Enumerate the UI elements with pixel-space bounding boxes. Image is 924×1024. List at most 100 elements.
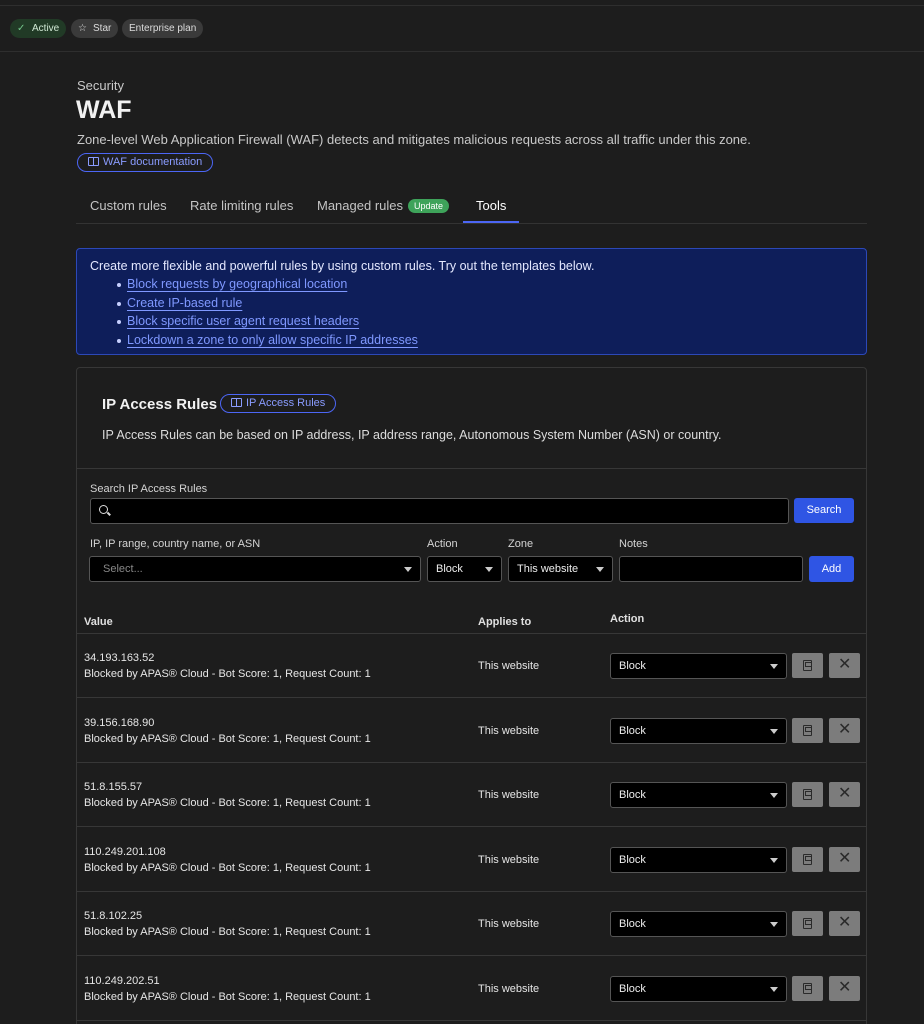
- close-icon: ✕: [838, 979, 852, 996]
- notes-input[interactable]: [619, 556, 803, 582]
- tab-bar: Custom rules Rate limiting rules Managed…: [76, 190, 867, 224]
- rule-ip: 51.8.102.25: [84, 910, 143, 922]
- rule-action-select[interactable]: Block: [610, 653, 787, 679]
- table-row: 51.8.155.57 Blocked by APAS® Cloud - Bot…: [77, 762, 866, 826]
- search-label: Search IP Access Rules: [90, 483, 208, 495]
- rule-action-value: Block: [619, 983, 646, 995]
- chevron-down-icon: [770, 793, 778, 798]
- chevron-down-icon: [770, 729, 778, 734]
- rule-action-value: Block: [619, 918, 646, 930]
- rule-action-value: Block: [619, 660, 646, 672]
- chevron-down-icon: [770, 858, 778, 863]
- chevron-down-icon: [404, 567, 412, 572]
- action-field-label: Action: [427, 538, 458, 550]
- template-link[interactable]: Block requests by geographical location: [117, 277, 418, 296]
- update-badge: Update: [408, 199, 450, 213]
- rule-note: Blocked by APAS® Cloud - Bot Score: 1, R…: [84, 862, 371, 874]
- delete-button[interactable]: ✕: [829, 718, 860, 743]
- rule-action-value: Block: [619, 854, 646, 866]
- tab-rate-limiting-rules[interactable]: Rate limiting rules: [190, 198, 293, 213]
- plan-badge: Enterprise plan: [122, 19, 204, 38]
- rule-action-select[interactable]: Block: [610, 718, 787, 744]
- search-button[interactable]: Search: [794, 498, 854, 523]
- delete-button[interactable]: ✕: [829, 782, 860, 807]
- card-header: IP Access Rules IP Access Rules IP Acces…: [77, 368, 866, 469]
- action-select[interactable]: Block: [427, 556, 502, 582]
- table-row: 110.249.202.51 Blocked by APAS® Cloud - …: [77, 956, 866, 1020]
- template-link[interactable]: Lockdown a zone to only allow specific I…: [117, 333, 418, 352]
- action-select-value: Block: [436, 563, 463, 575]
- chevron-down-icon: [596, 567, 604, 572]
- rule-action-value: Block: [619, 725, 646, 737]
- value-select[interactable]: Select...: [89, 556, 421, 582]
- save-icon: [803, 918, 812, 929]
- rule-applies-to: This website: [478, 918, 540, 930]
- divider: [77, 1020, 866, 1021]
- star-button[interactable]: ☆ Star: [71, 19, 119, 38]
- status-label: Active: [32, 23, 60, 34]
- rule-ip: 110.249.201.108: [84, 846, 166, 858]
- rule-note: Blocked by APAS® Cloud - Bot Score: 1, R…: [84, 926, 371, 938]
- template-link-label: Create IP-based rule: [127, 295, 243, 310]
- save-button[interactable]: [792, 782, 823, 807]
- tab-managed-rules[interactable]: Managed rules Update: [317, 198, 450, 213]
- save-button[interactable]: [792, 847, 823, 872]
- rule-action-select[interactable]: Block: [610, 911, 787, 937]
- rule-action-select[interactable]: Block: [610, 782, 787, 808]
- template-link-list: Block requests by geographical location …: [117, 277, 418, 352]
- rule-action-select[interactable]: Block: [610, 976, 787, 1002]
- ip-access-rules-doc-link[interactable]: IP Access Rules: [220, 394, 337, 413]
- tab-tools[interactable]: Tools: [476, 198, 506, 213]
- close-icon: ✕: [838, 850, 852, 867]
- delete-button[interactable]: ✕: [829, 976, 860, 1001]
- tab-custom-rules[interactable]: Custom rules: [90, 198, 167, 213]
- zone-select-value: This website: [517, 563, 579, 575]
- rule-note: Blocked by APAS® Cloud - Bot Score: 1, R…: [84, 991, 371, 1003]
- table-row: 110.249.201.108 Blocked by APAS® Cloud -…: [77, 827, 866, 891]
- rule-action-select[interactable]: Block: [610, 847, 787, 873]
- save-icon: [803, 660, 812, 671]
- table-row: 51.8.102.25 Blocked by APAS® Cloud - Bot…: [77, 891, 866, 955]
- rule-ip: 110.249.202.51: [84, 975, 160, 987]
- active-tab-indicator: [463, 221, 519, 223]
- notes-field-label: Notes: [619, 538, 648, 550]
- rule-note: Blocked by APAS® Cloud - Bot Score: 1, R…: [84, 668, 371, 680]
- chevron-down-icon: [770, 987, 778, 992]
- rule-applies-to: This website: [478, 660, 540, 672]
- column-header-action: Action: [610, 613, 645, 625]
- rule-applies-to: This website: [478, 854, 540, 866]
- waf-documentation-link[interactable]: WAF documentation: [77, 153, 214, 172]
- delete-button[interactable]: ✕: [829, 847, 860, 872]
- zone-select[interactable]: This website: [508, 556, 613, 582]
- add-button[interactable]: Add: [809, 556, 854, 582]
- star-icon: ☆: [78, 23, 87, 34]
- rule-ip: 39.156.168.90: [84, 717, 155, 729]
- rule-note: Blocked by APAS® Cloud - Bot Score: 1, R…: [84, 797, 371, 809]
- custom-rules-banner: Create more flexible and powerful rules …: [76, 248, 867, 355]
- table-row: 34.193.163.52 Blocked by APAS® Cloud - B…: [77, 633, 866, 697]
- save-icon: [803, 983, 812, 994]
- column-header-value: Value: [84, 616, 113, 628]
- ip-access-rules-title: IP Access Rules: [102, 396, 218, 413]
- template-link[interactable]: Create IP-based rule: [117, 295, 418, 315]
- delete-button[interactable]: ✕: [829, 911, 860, 936]
- plan-label: Enterprise plan: [129, 23, 197, 34]
- ip-access-doc-label: IP Access Rules: [246, 397, 326, 409]
- save-button[interactable]: [792, 976, 823, 1001]
- save-button[interactable]: [792, 653, 823, 678]
- rule-ip: 51.8.155.57: [84, 781, 143, 793]
- chevron-down-icon: [770, 664, 778, 669]
- save-button[interactable]: [792, 911, 823, 936]
- template-link-label: Block specific user agent request header…: [127, 314, 360, 328]
- delete-button[interactable]: ✕: [829, 653, 860, 678]
- template-link-label: Block requests by geographical location: [127, 277, 348, 291]
- page-title: WAF: [76, 96, 132, 124]
- top-bar: ✓ Active ☆ Star Enterprise plan: [0, 0, 924, 52]
- close-icon: ✕: [838, 914, 852, 931]
- close-icon: ✕: [838, 721, 852, 738]
- rule-action-value: Block: [619, 789, 646, 801]
- waf-documentation-label: WAF documentation: [103, 156, 203, 168]
- template-link[interactable]: Block specific user agent request header…: [117, 314, 418, 333]
- save-button[interactable]: [792, 718, 823, 743]
- search-input[interactable]: [90, 498, 789, 524]
